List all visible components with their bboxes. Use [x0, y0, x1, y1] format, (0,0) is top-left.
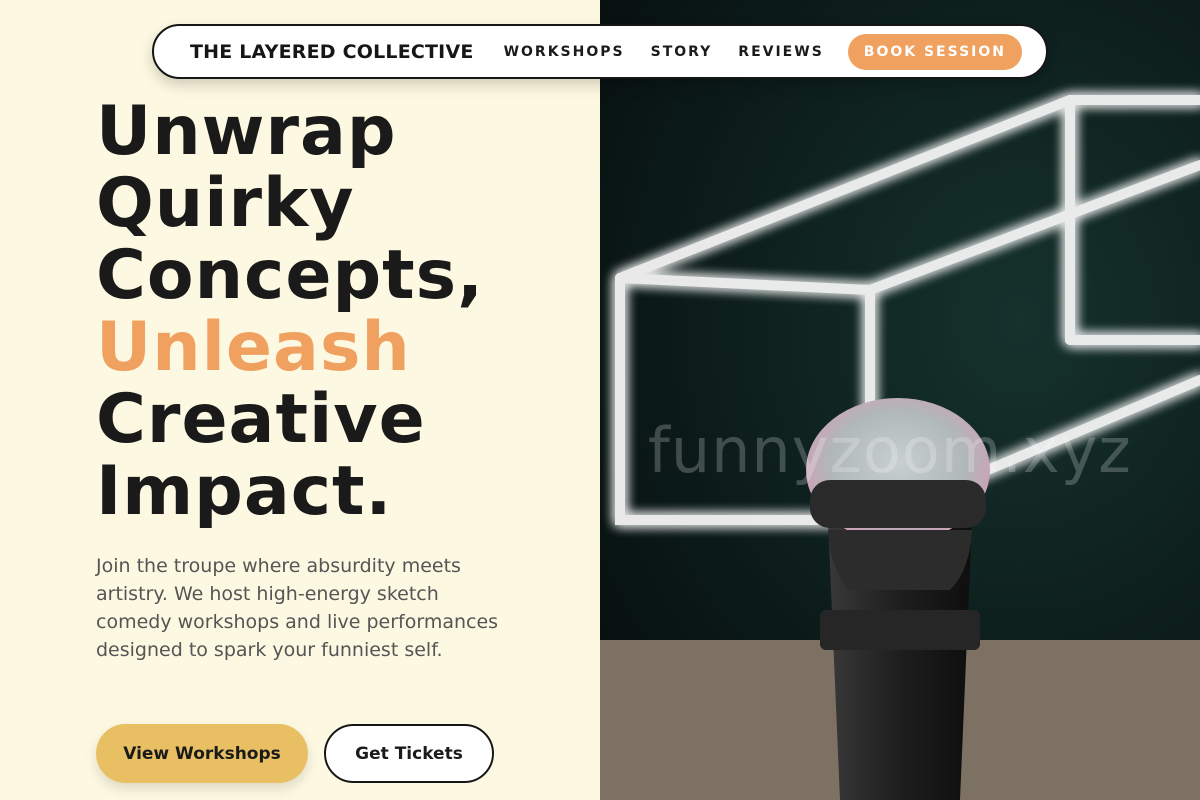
- headline-line: Creative: [96, 380, 426, 459]
- headline-line: Concepts,: [96, 236, 484, 315]
- top-navigation-bar: THE LAYERED COLLECTIVE WORKSHOPS STORY R…: [152, 24, 1048, 79]
- headline-line: Quirky: [96, 164, 355, 243]
- headline-line: Impact.: [96, 452, 393, 531]
- nav-link-reviews[interactable]: REVIEWS: [738, 44, 823, 60]
- headline-accent-line: Unleash: [96, 308, 411, 387]
- nav-link-story[interactable]: STORY: [651, 44, 713, 60]
- neon-cube-microphone-illustration: [600, 95, 1200, 800]
- book-session-button[interactable]: BOOK SESSION: [847, 33, 1022, 70]
- hero-headline: Unwrap Quirky Concepts, Unleash Creative…: [96, 96, 576, 528]
- hero-intro-text: Join the troupe where absurdity meets ar…: [96, 555, 499, 661]
- hero-image: funnyzoom.xyz: [600, 0, 1200, 800]
- brand-logo-text[interactable]: THE LAYERED COLLECTIVE: [190, 41, 474, 63]
- view-workshops-button[interactable]: View Workshops: [96, 724, 308, 783]
- watermark-text: funnyzoom.xyz: [648, 414, 1132, 487]
- nav-links: WORKSHOPS STORY REVIEWS BOOK SESSION: [478, 33, 1022, 70]
- headline-line: Unwrap: [96, 92, 397, 171]
- get-tickets-button[interactable]: Get Tickets: [324, 724, 494, 783]
- nav-link-workshops[interactable]: WORKSHOPS: [504, 44, 625, 60]
